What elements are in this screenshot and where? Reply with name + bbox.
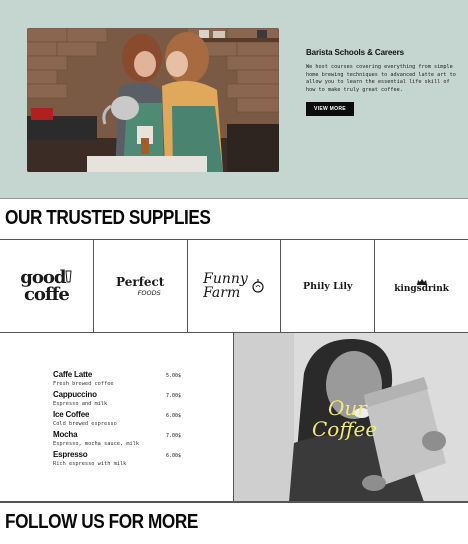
hero-section: Barista Schools & Careers We host course… [0, 0, 468, 199]
menu-item-desc: Espresso and milk [53, 401, 108, 407]
logo-perfect-foods[interactable]: Perfect FOODS [94, 240, 188, 332]
menu-item-price: 6.00$ [165, 413, 181, 419]
menu-item-name: Caffe Latte [53, 370, 93, 379]
menu-item-price: 5.00$ [165, 373, 181, 379]
our-coffee-photo: Our Coffee [234, 333, 468, 502]
promo-our: Our [328, 396, 367, 420]
funny-farm-logo: Funny Farm [203, 272, 265, 300]
menu-item-price: 7.00$ [165, 433, 181, 439]
good-coffe-logo: good coffe [20, 269, 73, 304]
logo-good-coffe[interactable]: good coffe [0, 240, 94, 332]
menu-item-price: 6.00$ [165, 453, 181, 459]
logo-funny-farm[interactable]: Funny Farm [188, 240, 282, 332]
menu-item: Mocha 7.00$ Espresso, mocha sauce, milk [53, 430, 181, 450]
menu-item-price: 7.00$ [165, 393, 181, 399]
menu-item-name: Ice Coffee [53, 410, 90, 419]
menu-item-name: Espresso [53, 450, 88, 459]
menu-item: Ice Coffee 6.00$ Cold brewed espresso [53, 410, 181, 430]
promo-coffee: Coffee [312, 417, 378, 441]
menu-item-desc: Fresh brewed coffee [53, 381, 114, 387]
supplier-logos: good coffe Perfect FOODS Funny Farm Phil… [0, 239, 468, 333]
hero-photo [27, 28, 279, 172]
menu-item-desc: Cold brewed espresso [53, 421, 117, 427]
menu-item: Espresso 6.00$ Rich espresso with milk [53, 450, 181, 470]
logo-kingsdrink[interactable]: kingsdrink [375, 240, 468, 332]
kingsdrink-logo: kingsdrink [394, 278, 449, 294]
perfect-foods-logo: Perfect FOODS [116, 275, 165, 297]
coffee-menu: Caffe Latte 5.00$ Fresh brewed coffee Cap… [53, 370, 181, 470]
view-more-button[interactable]: VIEW MORE [306, 102, 354, 117]
follow-title: FOLLOW US FOR MORE [5, 511, 198, 533]
menu-panel: Caffe Latte 5.00$ Fresh brewed coffee Cap… [0, 333, 234, 502]
supplies-title: OUR TRUSTED SUPPLIES [5, 207, 211, 229]
menu-item-desc: Rich espresso with milk [53, 461, 127, 467]
menu-item: Caffe Latte 5.00$ Fresh brewed coffee [53, 370, 181, 390]
hero-info: Barista Schools & Careers We host course… [306, 48, 456, 117]
menu-item-name: Cappuccino [53, 390, 97, 399]
section-divider [0, 502, 468, 503]
cup-icon [65, 270, 73, 283]
hero-description: We host courses covering everything from… [306, 64, 456, 93]
phily-lily-logo: Phily Lily [303, 280, 353, 292]
menu-item-name: Mocha [53, 430, 78, 439]
menu-item-desc: Espresso, mocha sauce, milk [53, 441, 140, 447]
hero-title: Barista Schools & Careers [306, 48, 404, 57]
logo-phily-lily[interactable]: Phily Lily [281, 240, 376, 332]
menu-item: Cappuccino 7.00$ Espresso and milk [53, 390, 181, 410]
onion-icon [252, 279, 264, 293]
